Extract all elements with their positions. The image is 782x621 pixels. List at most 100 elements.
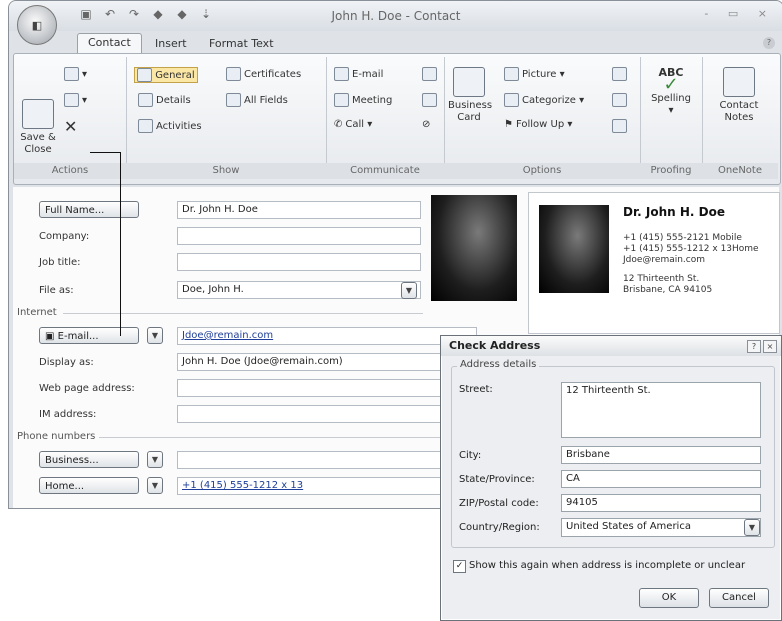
phone-divider [99,437,479,438]
all-fields-icon [226,93,241,107]
company-field[interactable] [177,227,421,245]
zip-field[interactable]: 94105 [561,494,761,512]
group-actions: Save & Close ▾ ▾ ✕ Actions [14,57,127,179]
meeting-icon [334,93,349,107]
group-communicate: E-mail Meeting ✆ Call ▾ ⊘ Communicate [326,57,445,179]
group-actions-label: Actions [14,163,126,179]
job-title-label: Job title: [39,257,81,268]
close-icon[interactable]: × [763,340,777,353]
lock-icon[interactable] [612,67,627,81]
full-name-field[interactable]: Dr. John H. Doe [177,201,421,219]
state-field[interactable]: CA [561,470,761,488]
details-button[interactable]: Details [138,93,191,107]
contact-notes-button[interactable]: Contact Notes [710,67,768,124]
cancel-button[interactable]: Cancel [709,588,769,608]
save-close-icon [22,99,54,129]
city-label: City: [459,450,482,461]
country-select[interactable]: United States of America [561,518,761,537]
assign-task-icon[interactable] [422,93,437,107]
group-proofing: ABC ✓ Spelling ▾ Proofing [640,57,703,179]
callout-line-email-h [90,152,120,153]
office-button[interactable]: ◧ [17,5,57,45]
call-button[interactable]: ✆ Call ▾ [334,119,372,130]
file-as-field[interactable]: Doe, John H. [177,281,421,299]
show-again-label: Show this again when address is incomple… [469,560,746,571]
email-icon [334,67,349,81]
phone-icon: ✆ [334,119,343,130]
display-as-label: Display as: [39,357,94,368]
email-field[interactable]: Jdoe@remain.com [177,327,477,345]
business-phone-field[interactable] [177,451,477,469]
email-card-icon: ▣ [45,331,58,342]
web-page-field[interactable] [177,379,477,397]
new-icon[interactable]: ▾ [64,67,87,81]
save-close-button[interactable]: Save & Close [18,75,58,168]
spelling-button[interactable]: ABC ✓ Spelling ▾ [648,67,694,117]
ribbon-tabs: Contact Insert Format Text ? [9,31,782,56]
categorize-button[interactable]: Categorize ▾ [504,93,584,107]
show-again-checkbox[interactable]: ✓ [453,560,466,573]
business-card-preview[interactable]: Dr. John H. Doe +1 (415) 555-2121 Mobile… [528,192,780,334]
contact-picture[interactable] [431,195,517,301]
title-bar: ▣ ↶ ↷ ◆ ◆ ⇣ John H. Doe - Contact - ▭ × [9,1,782,31]
display-as-field[interactable]: John H. Doe (Jdoe@remain.com) [177,353,477,371]
internet-divider [63,313,423,314]
country-dropdown-icon[interactable]: ▼ [744,519,760,536]
categorize-icon [504,93,519,107]
email-button[interactable]: E-mail [334,67,383,81]
street-field[interactable]: 12 Thirteenth St. [561,382,761,438]
group-show-label: Show [126,163,326,179]
home-phone-dropdown-icon[interactable]: ▼ [147,477,163,494]
web-page-label: Web page address: [39,383,135,394]
check-address-dialog: Check Address ? × Address details Street… [440,335,782,621]
city-field[interactable]: Brisbane [561,446,761,464]
file-as-label: File as: [39,285,74,296]
im-address-field[interactable] [177,405,477,423]
business-card-icon [453,67,485,97]
job-title-field[interactable] [177,253,421,271]
dialog-title: Check Address [441,336,781,356]
all-fields-button[interactable]: All Fields [226,93,288,107]
zip-label: ZIP/Postal code: [459,498,539,509]
state-label: State/Province: [459,474,535,485]
activities-button[interactable]: Activities [138,119,202,133]
group-show: General Certificates Details All Fields … [126,57,327,179]
email-dropdown-icon[interactable]: ▼ [147,327,163,344]
group-proofing-label: Proofing [640,163,702,179]
general-button[interactable]: General [134,67,198,83]
details-icon [138,93,153,107]
address-book-icon[interactable] [612,93,627,107]
certificates-button[interactable]: Certificates [226,67,301,81]
home-phone-button[interactable]: Home... [39,477,139,494]
im-address-label: IM address: [39,409,97,420]
ribbon: Save & Close ▾ ▾ ✕ Actions General Certi… [13,53,781,185]
business-phone-button[interactable]: Business... [39,451,139,468]
full-name-button[interactable]: Full Name... [39,201,139,218]
home-phone-field[interactable]: +1 (415) 555-1212 x 13 [177,477,477,495]
tab-insert[interactable]: Insert [145,35,197,52]
file-as-dropdown-icon[interactable]: ▼ [401,282,417,299]
follow-up-button[interactable]: ⚑ Follow Up ▾ [504,119,572,130]
ok-button[interactable]: OK [639,588,699,608]
business-card-button[interactable]: Business Card [448,67,492,124]
address-details-label: Address details [457,359,540,370]
flag-icon: ⚑ [504,119,513,130]
tab-format-text[interactable]: Format Text [199,35,284,52]
map-icon[interactable]: ⊘ [422,119,430,130]
delete-icon[interactable]: ✕ [64,117,77,136]
card-picture [539,205,609,293]
forward-icon[interactable]: ▾ [64,93,87,107]
window-controls[interactable]: - ▭ × [704,7,775,20]
help-icon[interactable]: ? [747,340,761,353]
certificates-icon [226,67,241,81]
help-icon[interactable]: ? [763,37,775,49]
tools-icon[interactable] [612,119,627,133]
picture-button[interactable]: Picture ▾ [504,67,565,81]
web-page-icon[interactable] [422,67,437,81]
internet-section-label: Internet [17,307,57,318]
meeting-button[interactable]: Meeting [334,93,392,107]
business-phone-dropdown-icon[interactable]: ▼ [147,451,163,468]
street-label: Street: [459,384,493,395]
phone-section-label: Phone numbers [17,431,96,442]
email-select-button[interactable]: ▣ E-mail... [39,327,139,344]
